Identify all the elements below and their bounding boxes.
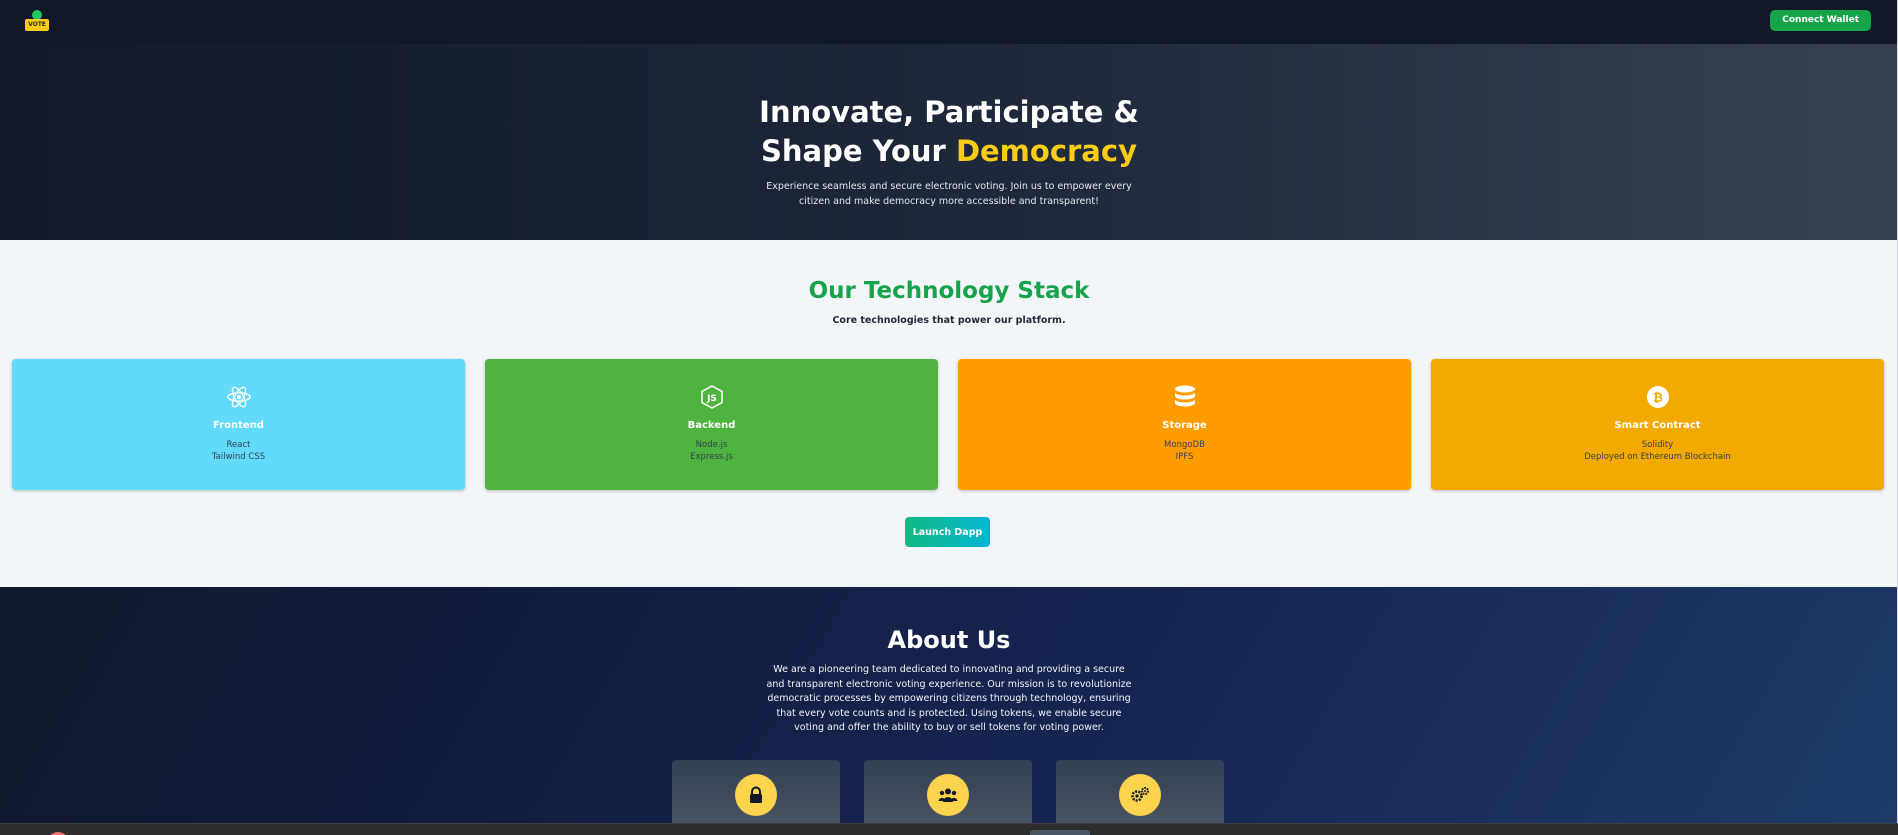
feature-icon-circle (735, 774, 777, 816)
feature-icon-circle (1119, 774, 1161, 816)
card-line: MongoDB (1164, 440, 1205, 450)
top-navbar: VOTE Connect Wallet (0, 0, 1898, 44)
tech-cards: Frontend React Tailwind CSS JS Backend N… (12, 359, 1884, 490)
feature-card-community (864, 760, 1032, 830)
tech-stack-section: Our Technology Stack Core technologies t… (0, 240, 1898, 587)
tech-card-storage: Storage MongoDB IPFS (958, 359, 1411, 490)
card-name: Frontend (213, 420, 264, 431)
card-line: React (226, 440, 251, 450)
feature-card-technology (1056, 760, 1224, 830)
tech-card-smart-contract: ₿ Smart Contract Solidity Deployed on Et… (1431, 359, 1884, 490)
card-name: Storage (1162, 420, 1207, 431)
card-line: Node.js (695, 440, 728, 450)
card-line: Deployed on Ethereum Blockchain (1584, 452, 1731, 462)
card-name: Backend (687, 420, 736, 431)
bitcoin-icon: ₿ (1646, 386, 1669, 408)
hero-section: Innovate, Participate & Shape Your Democ… (0, 44, 1898, 240)
hero-title-accent: Democracy (955, 134, 1137, 168)
card-name: Smart Contract (1614, 420, 1701, 431)
hero-subtitle: Experience seamless and secure electroni… (766, 181, 1132, 207)
about-title: About Us (887, 626, 1011, 654)
card-line: Solidity (1641, 440, 1674, 450)
feature-icon-circle (927, 774, 969, 816)
gears-icon (1131, 787, 1149, 802)
about-section: About Us We are a pioneering team dedica… (0, 587, 1898, 830)
launch-dapp-button[interactable]: Launch Dapp (905, 517, 990, 547)
tech-card-frontend: Frontend React Tailwind CSS (12, 359, 465, 490)
svg-text:JS: JS (706, 394, 717, 404)
database-icon (1174, 385, 1195, 407)
taskbar (0, 823, 1898, 835)
card-line: Express.js (690, 452, 733, 462)
react-icon (226, 386, 251, 408)
lock-icon (750, 786, 762, 803)
users-icon (938, 788, 958, 802)
hero-title: Innovate, Participate & Shape Your Democ… (0, 93, 1898, 171)
card-line: Tailwind CSS (211, 452, 266, 462)
svg-text:₿: ₿ (1653, 391, 1663, 405)
feature-card-security (672, 760, 840, 830)
nodejs-icon: JS (700, 385, 723, 409)
hero-title-line2-prefix: Shape Your (761, 134, 956, 168)
hero-title-line1: Innovate, Participate & (759, 95, 1139, 129)
vote-logo-icon[interactable]: VOTE (24, 9, 50, 35)
tech-stack-title: Our Technology Stack (808, 278, 1090, 304)
about-text: We are a pioneering team dedicated to in… (766, 664, 1132, 734)
logo-box-text: VOTE (25, 19, 49, 31)
tech-card-backend: JS Backend Node.js Express.js (485, 359, 938, 490)
connect-wallet-button[interactable]: Connect Wallet (1770, 10, 1871, 31)
taskbar-item[interactable] (1030, 830, 1090, 835)
tech-stack-subtitle: Core technologies that power our platfor… (832, 315, 1066, 326)
card-line: IPFS (1175, 452, 1194, 462)
